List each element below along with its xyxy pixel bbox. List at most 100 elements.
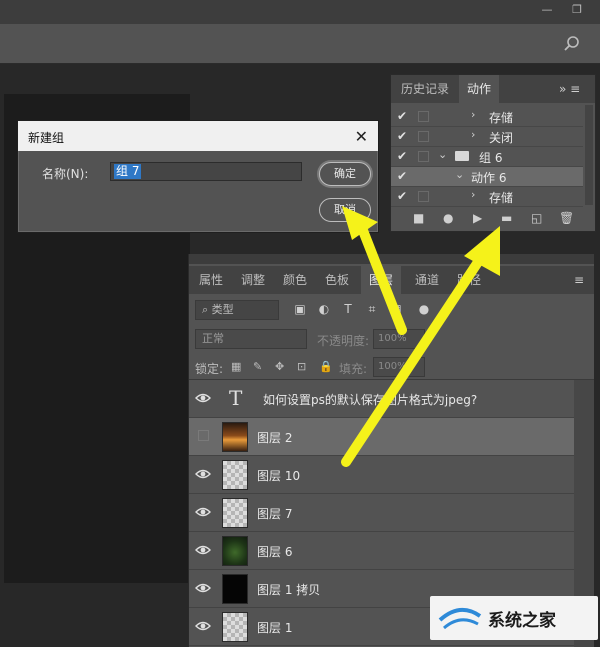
action-row[interactable]: ✔ › 存储 [391, 187, 583, 207]
filter-toggle-icon[interactable]: ● [417, 302, 431, 316]
search-icon[interactable] [564, 36, 580, 52]
panel-menu-icon[interactable]: » ≡ [559, 75, 580, 103]
layer-name[interactable]: 图层 10 [257, 467, 300, 484]
filter-kind-select[interactable]: ⌕ 类型 [195, 300, 279, 320]
minimize-button[interactable]: — [536, 2, 558, 18]
action-row-label: 关闭 [489, 131, 514, 145]
check-icon[interactable]: ✔ [397, 189, 407, 203]
lock-label: 锁定: [195, 362, 224, 376]
eye-icon[interactable] [195, 391, 211, 405]
tab-adjustments[interactable]: 调整 [233, 266, 273, 294]
watermark-text: 系统之家 [488, 611, 556, 631]
fill-label: 填充: [339, 362, 368, 376]
name-input[interactable]: 组 7 [110, 162, 302, 181]
action-row[interactable]: ✔ › 关闭 [391, 127, 583, 147]
dialog-toggle-box[interactable] [418, 131, 429, 142]
layer-name[interactable]: 如何设置ps的默认保存图片格式为jpeg? [263, 391, 477, 408]
options-bar [0, 24, 600, 64]
tab-color[interactable]: 颜色 [275, 266, 315, 294]
adjustment-filter-icon[interactable]: ◐ [317, 302, 331, 316]
dialog-title-bar: 新建组 ✕ [18, 121, 378, 151]
layer-name[interactable]: 图层 7 [257, 505, 292, 522]
actions-footer: ■ ● ▶ ▬ ◱ 🗑 [391, 207, 583, 231]
chevron-right-icon[interactable]: › [471, 188, 475, 201]
dialog-toggle-box[interactable] [418, 171, 429, 182]
layer-name[interactable]: 图层 1 拷贝 [257, 581, 320, 598]
eye-icon[interactable] [195, 543, 211, 557]
fill-input[interactable]: 100% [373, 357, 425, 377]
tab-layers[interactable]: 图层 [361, 266, 402, 294]
action-row[interactable]: ✔ › 存储 [391, 107, 583, 127]
eye-icon[interactable] [195, 505, 211, 519]
tab-history[interactable]: 历史记录 [393, 75, 457, 103]
check-icon[interactable]: ✔ [397, 109, 407, 123]
restore-button[interactable]: ❐ [566, 2, 588, 18]
play-icon[interactable]: ▶ [473, 211, 482, 225]
record-icon[interactable]: ● [443, 211, 453, 225]
lock-position-icon[interactable]: ✥ [275, 360, 284, 373]
delete-icon[interactable]: 🗑 [559, 211, 574, 225]
blend-mode-select[interactable]: 正常 [195, 329, 307, 349]
layer-row[interactable]: 图层 2 [189, 418, 575, 456]
cancel-button[interactable]: 取消 [319, 198, 371, 222]
lock-brush-icon[interactable]: ✎ [253, 360, 262, 373]
name-input-value: 组 7 [114, 164, 142, 179]
layer-filter-row: ⌕ 类型 ▣ ◐ T ⌗ ▦ ● [189, 298, 594, 324]
check-icon[interactable]: ✔ [397, 169, 407, 183]
tab-channels[interactable]: 通道 [407, 266, 447, 294]
visibility-toggle[interactable] [198, 430, 209, 441]
name-label: 名称(N): [42, 167, 89, 181]
chevron-right-icon[interactable]: › [471, 108, 475, 121]
layer-name[interactable]: 图层 2 [257, 429, 292, 446]
actions-panel: 历史记录 动作 » ≡ ✔ › 存储 ✔ › 关闭 ✔ ⌄ 组 6 ✔ ⌄ 动作… [390, 74, 596, 232]
tab-properties[interactable]: 属性 [191, 266, 231, 294]
panel-menu-icon[interactable]: ≡ [574, 266, 584, 294]
check-icon[interactable]: ✔ [397, 129, 407, 143]
title-bar: — ❐ [0, 0, 600, 24]
layer-row[interactable]: 图层 7 [189, 494, 575, 532]
dialog-toggle-box[interactable] [418, 191, 429, 202]
close-icon[interactable]: ✕ [355, 127, 368, 146]
layer-row[interactable]: T 如何设置ps的默认保存图片格式为jpeg? [189, 380, 575, 418]
dialog-title: 新建组 [28, 131, 65, 145]
scrollbar[interactable] [585, 105, 593, 205]
logo-icon [438, 608, 482, 630]
dialog-toggle-box[interactable] [418, 151, 429, 162]
text-layer-icon: T [229, 386, 243, 410]
chevron-down-icon[interactable]: ⌄ [438, 148, 447, 161]
eye-icon[interactable] [195, 581, 211, 595]
layer-thumbnail [222, 574, 248, 604]
dialog-toggle-box[interactable] [418, 111, 429, 122]
layer-name[interactable]: 图层 6 [257, 543, 292, 560]
type-filter-icon[interactable]: T [341, 302, 355, 316]
chevron-down-icon[interactable]: ⌄ [455, 168, 464, 181]
pixel-filter-icon[interactable]: ▣ [293, 302, 307, 316]
folder-icon[interactable]: ▬ [501, 211, 512, 225]
tab-swatches[interactable]: 色板 [317, 266, 357, 294]
panel-collapse-bar[interactable] [189, 254, 594, 264]
new-action-icon[interactable]: ◱ [531, 211, 542, 225]
smart-object-filter-icon[interactable]: ▦ [389, 302, 403, 316]
tab-actions[interactable]: 动作 [459, 75, 500, 103]
opacity-label: 不透明度: [317, 334, 370, 348]
layer-thumbnail [222, 422, 248, 452]
action-row[interactable]: ✔ ⌄ 动作 6 [391, 167, 583, 187]
ok-button[interactable]: 确定 [319, 162, 371, 186]
action-set-row[interactable]: ✔ ⌄ 组 6 [391, 147, 583, 167]
blend-row: 正常 不透明度: 100% [189, 328, 594, 352]
shape-filter-icon[interactable]: ⌗ [365, 302, 379, 316]
new-group-dialog: 新建组 ✕ 名称(N): 组 7 确定 取消 [17, 120, 379, 233]
layer-row[interactable]: 图层 6 [189, 532, 575, 570]
check-icon[interactable]: ✔ [397, 149, 407, 163]
layer-row[interactable]: 图层 10 [189, 456, 575, 494]
lock-artboard-icon[interactable]: ⊡ [297, 360, 306, 373]
chevron-right-icon[interactable]: › [471, 128, 475, 141]
stop-icon[interactable]: ■ [413, 211, 424, 225]
tab-paths[interactable]: 路径 [449, 266, 489, 294]
layer-name[interactable]: 图层 1 [257, 619, 292, 636]
eye-icon[interactable] [195, 467, 211, 481]
opacity-input[interactable]: 100% [373, 329, 425, 349]
eye-icon[interactable] [195, 619, 211, 633]
lock-all-icon[interactable]: 🔒 [319, 360, 333, 373]
lock-pixels-icon[interactable]: ▦ [231, 360, 241, 373]
